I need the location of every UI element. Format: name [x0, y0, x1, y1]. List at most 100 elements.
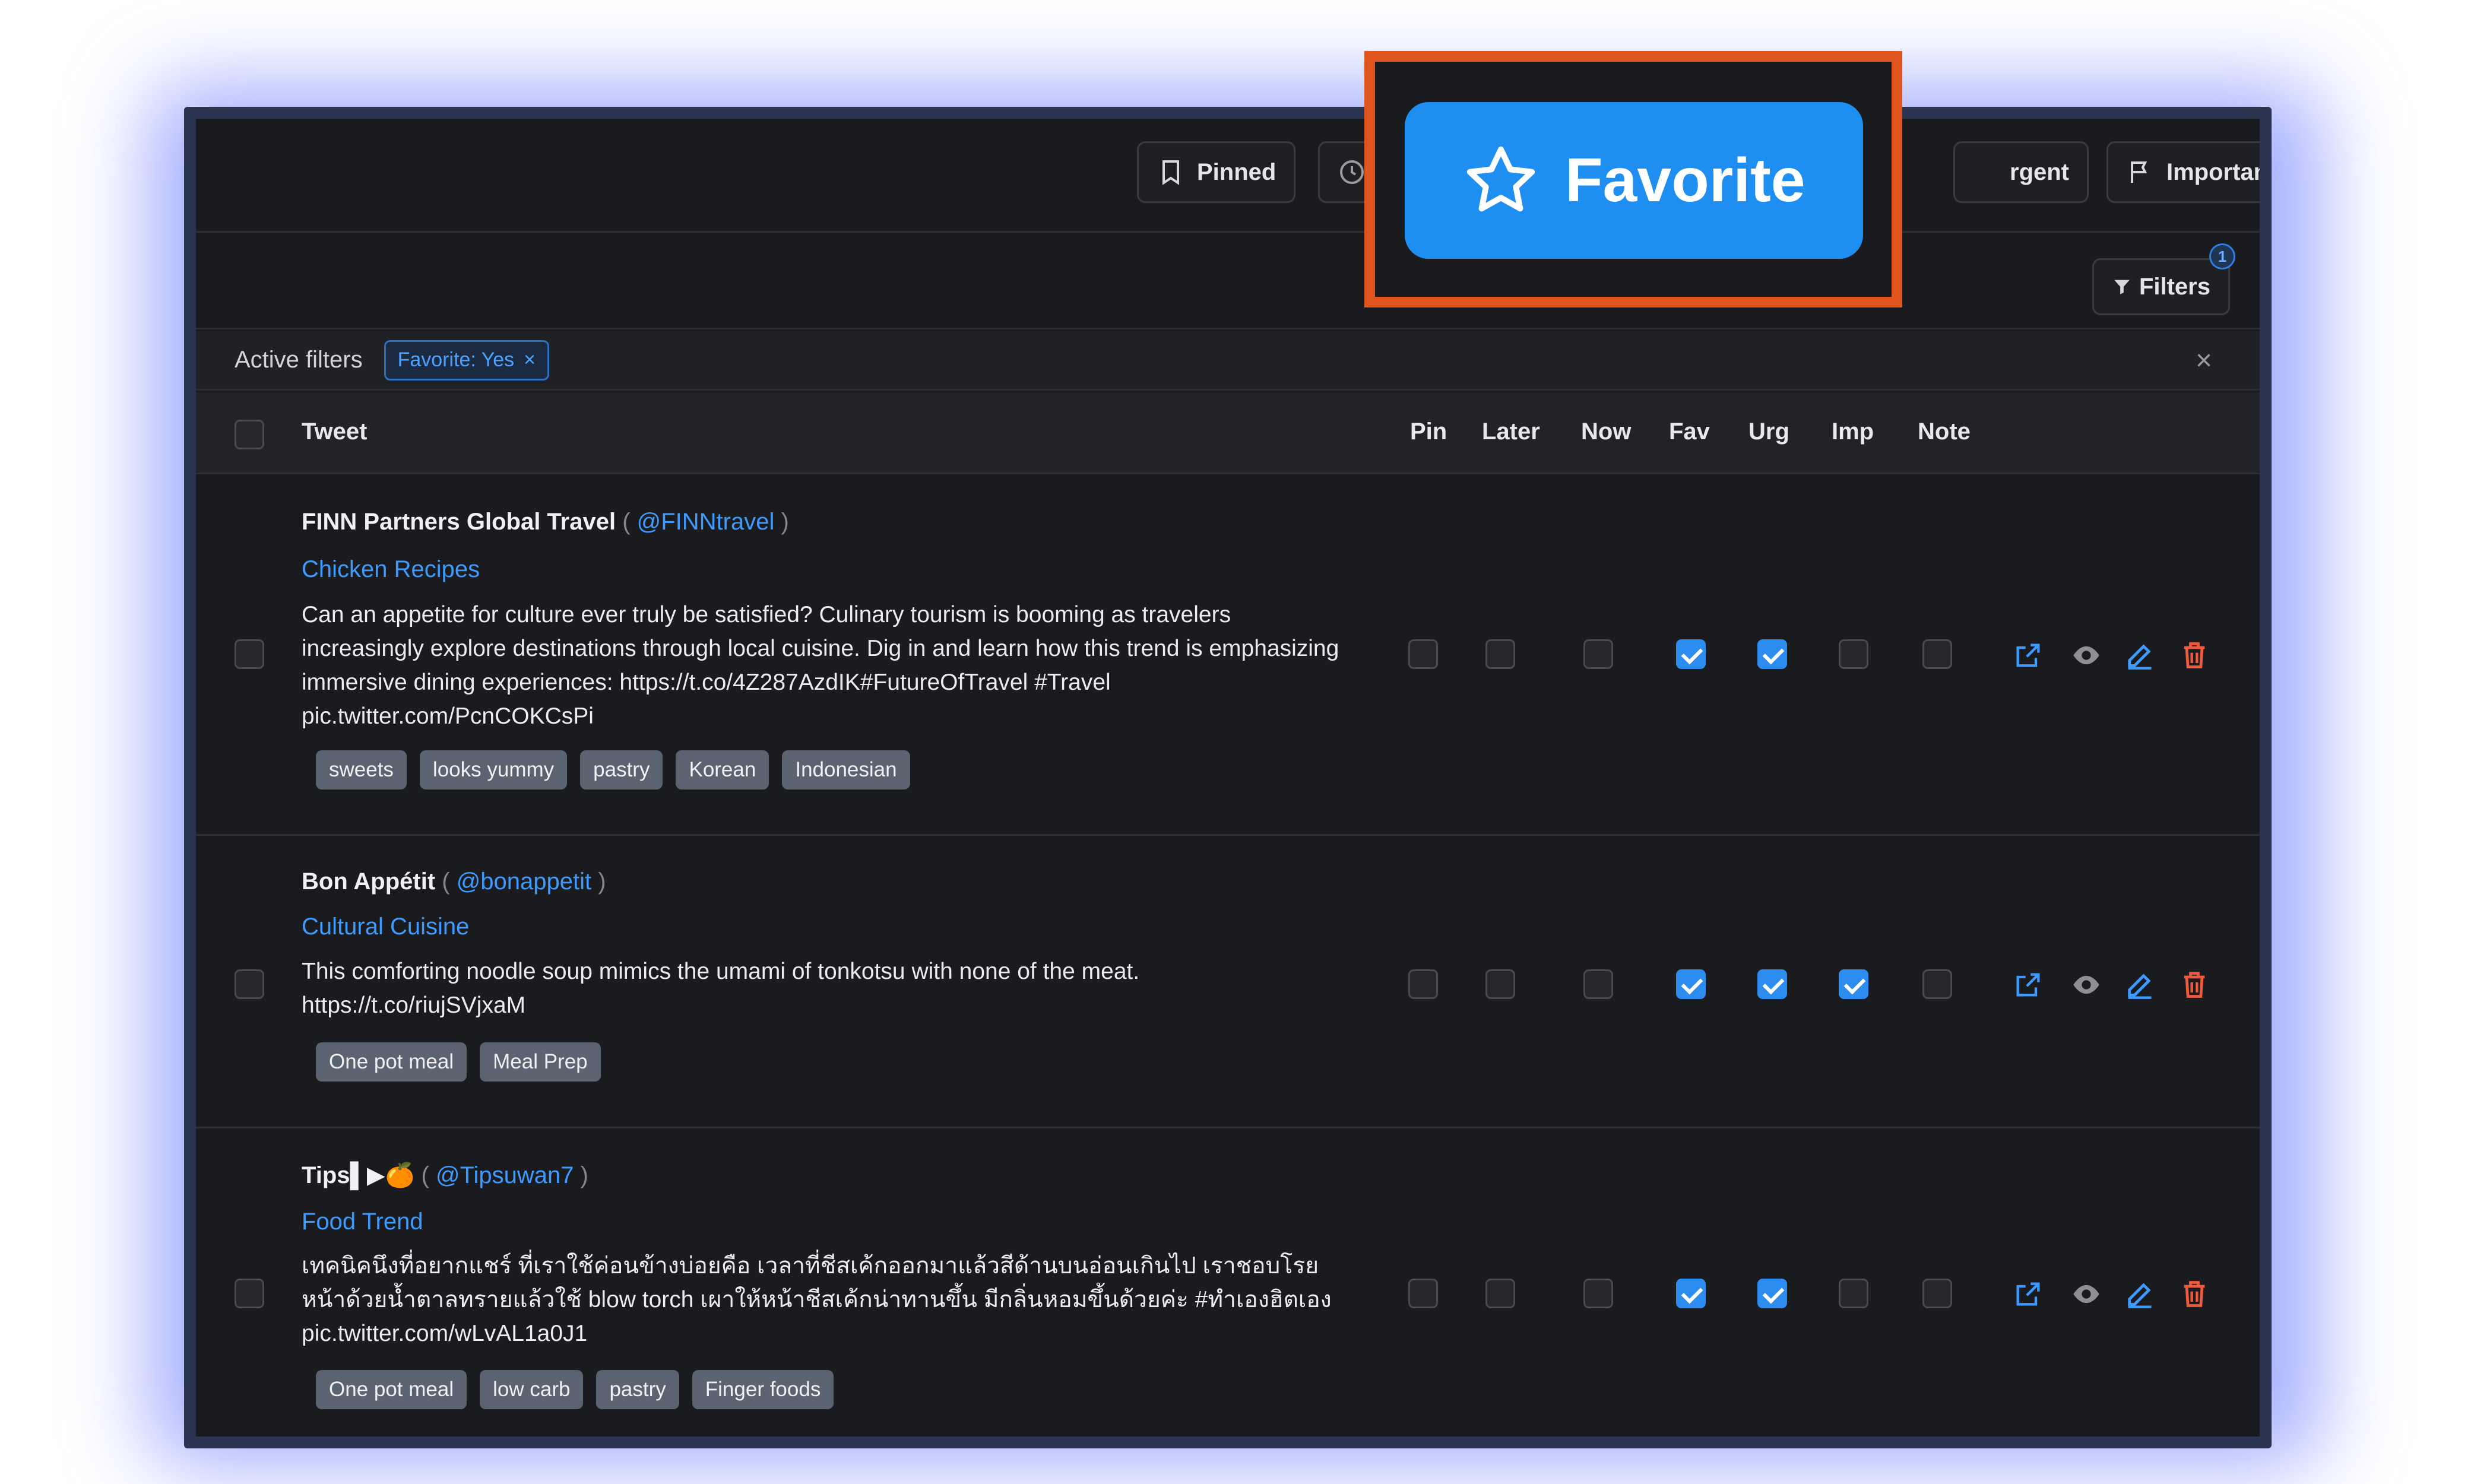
tag-list: One pot meal Meal Prep	[316, 1042, 601, 1082]
fav-checkbox[interactable]	[1676, 639, 1706, 669]
urgent-label: rgent	[2010, 158, 2069, 185]
filters-count-badge: 1	[2209, 243, 2235, 269]
tag[interactable]: One pot meal	[316, 1370, 467, 1409]
pin-checkbox[interactable]	[1408, 1279, 1438, 1308]
note-checkbox[interactable]	[1922, 1279, 1952, 1308]
tweet-text: Can an appetite for culture ever truly b…	[302, 602, 1339, 729]
pin-checkbox[interactable]	[1408, 969, 1438, 999]
urg-checkbox[interactable]	[1757, 969, 1787, 999]
imp-checkbox[interactable]	[1839, 1279, 1868, 1308]
pinned-button[interactable]: Pinned	[1137, 141, 1296, 203]
pinned-label: Pinned	[1197, 158, 1276, 185]
tag[interactable]: Indonesian	[782, 750, 910, 789]
external-link-icon[interactable]	[2013, 1279, 2044, 1309]
tag-list: One pot meal low carb pastry Finger food…	[316, 1370, 834, 1409]
tag[interactable]: sweets	[316, 750, 407, 789]
col-later: Later	[1482, 418, 1540, 445]
active-filters-label: Active filters	[235, 347, 363, 373]
favorite-callout: Favorite	[1364, 51, 1902, 307]
clear-filters-icon[interactable]: ×	[2196, 347, 2212, 375]
edit-icon[interactable]	[2124, 969, 2155, 1000]
fav-checkbox[interactable]	[1676, 1279, 1706, 1308]
row-select-checkbox[interactable]	[235, 1279, 264, 1308]
col-pin: Pin	[1410, 418, 1447, 445]
trash-icon[interactable]	[2179, 640, 2210, 671]
pin-checkbox[interactable]	[1408, 639, 1438, 669]
filters-button[interactable]: Filters 1	[2092, 243, 2235, 315]
author-handle[interactable]: @Tipsuwan7	[436, 1162, 574, 1188]
now-checkbox[interactable]	[1583, 639, 1613, 669]
eye-icon[interactable]	[2071, 969, 2102, 1000]
row-select-checkbox[interactable]	[235, 639, 264, 669]
trash-icon[interactable]	[2179, 1279, 2210, 1309]
author-name: Tips▌▶🍊	[302, 1162, 415, 1188]
later-checkbox[interactable]	[1485, 969, 1515, 999]
eye-icon[interactable]	[2071, 1279, 2102, 1309]
tweet-category[interactable]: Cultural Cuisine	[302, 914, 469, 940]
external-link-icon[interactable]	[2013, 969, 2044, 1000]
later-checkbox[interactable]	[1485, 1279, 1515, 1308]
note-checkbox[interactable]	[1922, 639, 1952, 669]
filter-bar: Filters 1	[196, 234, 2260, 329]
urgent-button[interactable]: rgent	[1953, 141, 2089, 203]
tweet-author: Bon Appétit ( @bonappetit )	[302, 868, 606, 895]
filter-chip-label: Favorite: Yes	[397, 348, 515, 371]
select-all-checkbox[interactable]	[235, 420, 264, 449]
tweet-category[interactable]: Chicken Recipes	[302, 556, 480, 583]
row-select-checkbox[interactable]	[235, 969, 264, 999]
imp-checkbox[interactable]	[1839, 969, 1868, 999]
later-checkbox[interactable]	[1485, 639, 1515, 669]
handle-close-paren: )	[774, 509, 789, 535]
chip-remove-icon[interactable]: ×	[524, 348, 536, 372]
active-filters-bar: Active filters Favorite: Yes × ×	[196, 331, 2260, 391]
favorite-filter-chip[interactable]: Favorite: Yes ×	[384, 340, 550, 380]
tag[interactable]: One pot meal	[316, 1042, 467, 1082]
col-now: Now	[1581, 418, 1632, 445]
handle-close-paren: )	[591, 868, 606, 895]
fav-checkbox[interactable]	[1676, 969, 1706, 999]
clock-icon	[1340, 160, 1364, 184]
external-link-icon[interactable]	[2013, 640, 2044, 671]
note-checkbox[interactable]	[1922, 969, 1952, 999]
tag[interactable]: pastry	[580, 750, 663, 789]
tag[interactable]: pastry	[596, 1370, 679, 1409]
now-checkbox[interactable]	[1583, 969, 1613, 999]
tweet-panel: Pinned rgent Important Filters 1 Active	[196, 119, 2260, 1437]
eye-icon[interactable]	[2071, 640, 2102, 671]
author-name: FINN Partners Global Travel	[302, 509, 616, 535]
edit-icon[interactable]	[2124, 1279, 2155, 1309]
table-row: FINN Partners Global Travel ( @FINNtrave…	[196, 476, 2260, 836]
edit-icon[interactable]	[2124, 640, 2155, 671]
urg-checkbox[interactable]	[1757, 1279, 1787, 1308]
imp-checkbox[interactable]	[1839, 639, 1868, 669]
funnel-icon	[2114, 280, 2130, 294]
author-handle[interactable]: @bonappetit	[457, 868, 591, 895]
toolbar: Pinned rgent Important	[196, 119, 2260, 233]
table-header: Tweet Pin Later Now Fav Urg Imp Note	[196, 392, 2260, 474]
filters-label: Filters	[2139, 273, 2210, 300]
tag[interactable]: low carb	[480, 1370, 584, 1409]
flag-icon	[2131, 161, 2147, 183]
important-button[interactable]: Important	[2106, 141, 2260, 203]
now-checkbox[interactable]	[1583, 1279, 1613, 1308]
app-frame: Pinned rgent Important Filters 1 Active	[184, 107, 2272, 1448]
important-label: Important	[2166, 158, 2260, 185]
urg-checkbox[interactable]	[1757, 639, 1787, 669]
trash-icon[interactable]	[2179, 969, 2210, 1000]
tweet-text: This comforting noodle soup mimics the u…	[302, 959, 1140, 1018]
col-note: Note	[1918, 418, 1971, 445]
handle-open-paren: (	[421, 1162, 436, 1188]
tweet-text: เทคนิคนึงที่อยากแชร์ ที่เราใช้ค่อนข้างบ่…	[302, 1253, 1332, 1346]
table-row: Bon Appétit ( @bonappetit ) Cultural Cui…	[196, 838, 2260, 1128]
handle-open-paren: (	[622, 509, 637, 535]
author-handle[interactable]: @FINNtravel	[637, 509, 775, 535]
col-urg: Urg	[1748, 418, 1789, 445]
col-tweet: Tweet	[302, 418, 368, 445]
col-fav: Fav	[1669, 418, 1710, 445]
tweet-category[interactable]: Food Trend	[302, 1209, 423, 1235]
tag[interactable]: Finger foods	[692, 1370, 834, 1409]
favorite-button[interactable]: Favorite	[1405, 102, 1863, 259]
tag[interactable]: Meal Prep	[480, 1042, 601, 1082]
tag[interactable]: looks yummy	[419, 750, 568, 789]
tag[interactable]: Korean	[676, 750, 769, 789]
